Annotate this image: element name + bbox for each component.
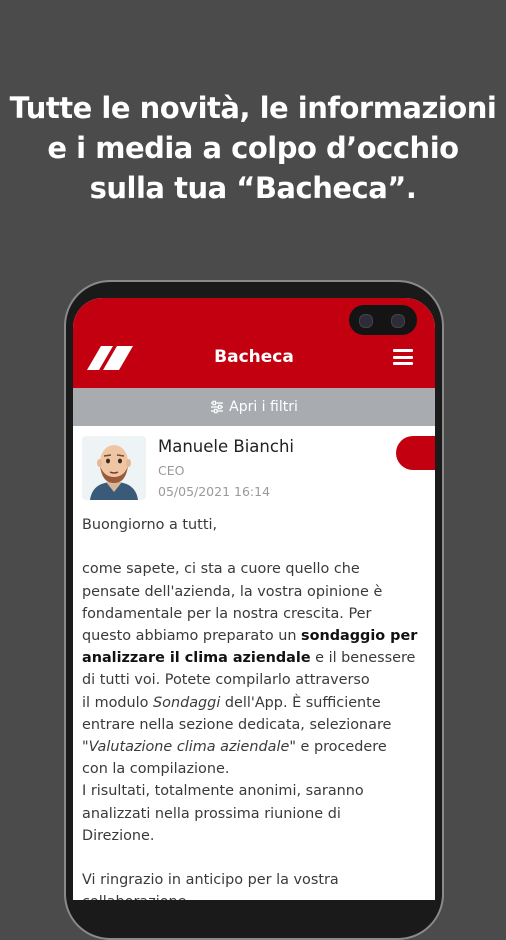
survey-highlight: analizzare il clima aziendale [82,650,311,667]
camera-lens [391,314,405,328]
post-line: Direzione. [82,827,155,844]
post-category-tag[interactable] [396,436,435,470]
post-line: questo abbiamo preparato un sondaggio pe… [82,628,418,644]
post-body: Buongiorno a tutti, come sapete, ci sta … [82,514,430,900]
survey-highlight: sondaggio per [301,628,418,644]
phone-screen: Bacheca Apri i filtri Manuele Bianchi CE… [73,298,435,900]
headline-line-2: e i media a colpo d’occhio [47,131,459,165]
post-line: collaborazione. [82,891,430,900]
post-line: analizzare il clima aziendale e il benes… [82,650,416,667]
open-filters-label: Apri i filtri [229,399,298,415]
post-date: 05/05/2021 16:14 [158,484,271,499]
promo-headline: Tutte le novità, le informazioni e i med… [0,88,506,208]
post-line: "Valutazione clima aziendale" e proceder… [82,739,387,756]
open-filters-button[interactable]: Apri i filtri [73,388,435,426]
avatar[interactable] [82,436,146,500]
post-line: Vi ringrazio in anticipo per la vostra [82,872,339,889]
post-line: come sapete, ci sta a cuore quello che [82,561,360,578]
post-line: pensate dell'azienda, la vostra opinione… [82,583,383,600]
survey-name: Valutazione clima aziendale [88,739,290,756]
hamburger-menu-icon[interactable] [393,349,413,365]
page-title: Bacheca [214,347,294,367]
headline-line-1: Tutte le novità, le informazioni [9,91,497,125]
post-line: entrare nella sezione dedicata, selezion… [82,716,392,733]
app-bar: Bacheca [73,298,435,388]
post-author[interactable]: Manuele Bianchi [158,436,294,458]
camera-lens [359,314,373,328]
camera-cutout [349,305,417,335]
post-line: il modulo Sondaggi dell'App. È sufficien… [82,694,381,711]
post-line: analizzati nella prossima riunione di [82,805,341,822]
post-line: fondamentale per la nostra crescita. Per [82,605,372,622]
post-card[interactable]: Manuele Bianchi CEO 05/05/2021 16:14 Buo… [73,426,435,900]
avatar-illustration [82,436,146,500]
sliders-icon [211,400,224,414]
headline-line-3: sulla tua “Bacheca”. [89,171,417,205]
post-greeting: Buongiorno a tutti, [82,517,218,533]
post-author-role: CEO [158,463,185,478]
post-line: con la compilazione. [82,761,230,778]
post-line: di tutti voi. Potete compilarlo attraver… [82,672,370,689]
module-name: Sondaggi [153,694,221,711]
post-line: I risultati, totalmente anonimi, saranno [82,783,364,800]
